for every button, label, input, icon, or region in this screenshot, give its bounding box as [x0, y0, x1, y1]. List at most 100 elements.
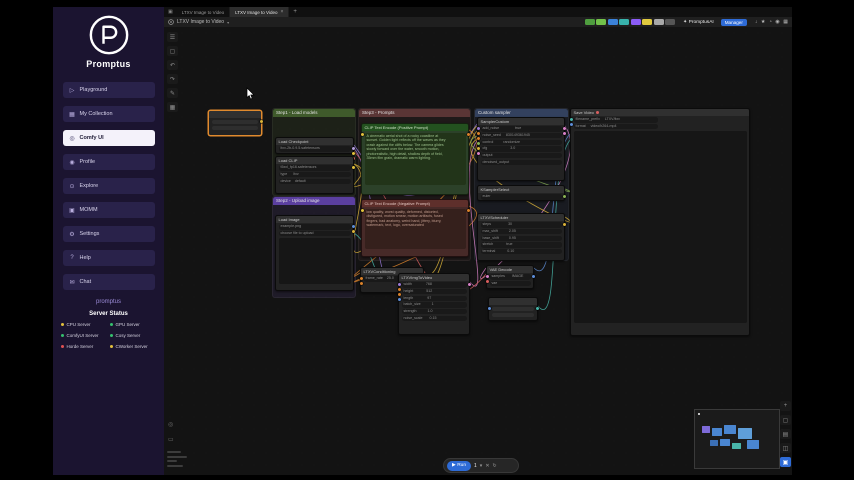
node-widget[interactable]: filename_prefix LTXV/ltxv [574, 117, 658, 123]
output-socket[interactable] [352, 166, 355, 169]
assets-icon[interactable]: ▦ [167, 102, 178, 112]
node-widget[interactable] [212, 126, 258, 130]
input-socket[interactable] [486, 275, 489, 278]
zoom-in-icon[interactable]: + [780, 401, 791, 411]
sidebar-item-chat[interactable]: ✉Chat [63, 274, 155, 290]
node-widget[interactable]: stretch true [481, 242, 562, 248]
menu-icon[interactable]: ☰ [167, 32, 178, 42]
input-socket[interactable] [398, 293, 401, 296]
output-socket[interactable] [352, 152, 355, 155]
workflow-tab[interactable]: LTXV Image to Video× [230, 7, 289, 17]
sidebar-item-settings[interactable]: ⚙Settings [63, 226, 155, 242]
output-socket[interactable] [468, 283, 471, 286]
graph-node-load-image[interactable]: Load Imageexample.pngchoose file to uplo… [275, 215, 354, 291]
node-text-area[interactable]: A cinematic aerial shot of a rocky coast… [365, 133, 466, 185]
node-widget[interactable]: strength 1.0 [402, 309, 467, 315]
node-widget[interactable]: length 97 [402, 296, 467, 302]
refresh-icon[interactable]: ↻ [493, 463, 497, 469]
graph-node-ltxv-img-to-video[interactable]: LTXVImgToVideowidth 768height 512length … [398, 273, 470, 335]
graph-node-positive-prompt[interactable]: CLIP Text Encode (Positive Prompt)A cine… [361, 123, 469, 195]
panel-toggle-icon[interactable]: ◫ [780, 443, 791, 453]
graph-node-sampler-custom[interactable]: SamplerCustomadd_noise truenoise_seed 83… [477, 117, 565, 181]
input-socket[interactable] [477, 132, 480, 135]
node-widget[interactable]: cfg 3.0 [481, 146, 562, 152]
output-socket[interactable] [467, 209, 470, 212]
minimap-button[interactable]: ▣ [780, 457, 791, 467]
input-socket[interactable] [488, 307, 491, 310]
output-socket[interactable] [563, 195, 566, 198]
workflows-icon[interactable]: ▣ [164, 7, 177, 17]
node-widget[interactable]: vae [490, 281, 531, 287]
chevron-down-icon[interactable]: ▾ [480, 463, 483, 469]
output-socket[interactable] [260, 120, 263, 123]
fit-view-icon[interactable]: ▢ [780, 415, 791, 425]
palette-chip-0[interactable] [585, 19, 595, 26]
graph-node-ltxv-scheduler[interactable]: LTXVSchedulersteps 30max_shift 2.05base_… [477, 213, 565, 261]
graph-node-note[interactable] [208, 110, 262, 136]
output-socket[interactable] [563, 223, 566, 226]
sidebar-item-profile[interactable]: ◉Profile [63, 154, 155, 170]
node-widget[interactable]: t5xxl_fp16.safetensors [279, 165, 351, 171]
close-tab-icon[interactable]: × [280, 9, 283, 15]
node-widget[interactable]: terminal 0.10 [481, 249, 562, 255]
workflow-icon[interactable]: ▢ [167, 46, 178, 56]
node-widget[interactable] [212, 120, 258, 124]
input-socket[interactable] [360, 282, 363, 285]
undo-icon[interactable]: ↶ [167, 60, 178, 70]
palette-chip-7[interactable] [665, 19, 675, 26]
palette-chip-6[interactable] [654, 19, 664, 26]
close-icon[interactable]: ✕ [485, 463, 489, 469]
sidebar-item-help[interactable]: ?Help [63, 250, 155, 266]
input-socket[interactable] [570, 123, 573, 126]
graph-node-vae-decode[interactable]: VAE Decodesamples IMAGEvae [486, 265, 534, 289]
edit-icon[interactable]: ✎ [167, 88, 178, 98]
frame-icon[interactable]: ▭ [168, 436, 174, 443]
graph-node-save-video[interactable]: Save Videofilename_prefix LTXV/ltxvforma… [570, 108, 750, 336]
run-button[interactable]: ▶ Run [447, 461, 471, 471]
input-socket[interactable] [398, 283, 401, 286]
output-socket[interactable] [532, 275, 535, 278]
node-widget[interactable]: choose file to upload [279, 231, 351, 237]
output-socket[interactable] [352, 147, 355, 150]
notifications-icon[interactable]: ◔ [769, 19, 772, 25]
palette-chip-2[interactable] [608, 19, 618, 26]
minimap[interactable] [694, 409, 780, 469]
output-socket[interactable] [352, 225, 355, 228]
node-widget[interactable]: base_shift 0.95 [481, 236, 562, 242]
input-socket[interactable] [570, 118, 573, 121]
node-widget[interactable]: device default [279, 179, 351, 185]
node-text-area[interactable] [574, 131, 747, 323]
new-tab-button[interactable]: + [289, 7, 301, 17]
input-socket[interactable] [477, 127, 480, 130]
manager-button[interactable]: Manager [721, 19, 747, 26]
graph-node-load-checkpoint[interactable]: Load Checkpointltxv-2b-0.9.5.safetensors [275, 137, 354, 154]
node-widget[interactable]: control randomize [481, 140, 562, 146]
promptus-ai-button[interactable]: ✦ PromptusAI [683, 20, 714, 25]
sidebar-item-my-collection[interactable]: ▦My Collection [63, 106, 155, 122]
input-socket[interactable] [477, 152, 480, 155]
graph-node-aux-node[interactable] [488, 297, 538, 321]
node-widget[interactable]: ltxv-2b-0.9.5.safetensors [279, 146, 351, 152]
input-socket[interactable] [477, 142, 480, 145]
output-socket[interactable] [536, 307, 539, 310]
node-widget[interactable] [492, 313, 534, 317]
redo-icon[interactable]: ↷ [167, 74, 178, 84]
palette-chip-5[interactable] [642, 19, 652, 26]
node-widget[interactable]: max_shift 2.05 [481, 229, 562, 235]
input-socket[interactable] [486, 280, 489, 283]
node-widget[interactable]: denoised_output [481, 160, 562, 166]
input-socket[interactable] [477, 147, 480, 150]
input-socket[interactable] [477, 137, 480, 140]
node-widget[interactable]: add_noise true [481, 126, 562, 132]
profile-icon[interactable]: ◉ [775, 19, 779, 25]
node-widget[interactable]: noise_scale 0.15 [402, 316, 467, 322]
output-socket[interactable] [563, 127, 566, 130]
palette-chip-3[interactable] [619, 19, 629, 26]
star-icon[interactable]: ★ [761, 19, 765, 25]
graph-node-negative-prompt[interactable]: CLIP Text Encode (Negative Prompt)low qu… [361, 199, 469, 257]
node-widget[interactable]: format video/h264-mp4 [574, 124, 658, 130]
node-widget[interactable]: noise_seed 830149361945 [481, 133, 562, 139]
node-text-area[interactable] [279, 238, 351, 284]
node-text-area[interactable]: low quality, worst quality, deformed, di… [365, 209, 466, 249]
sidebar-item-momm[interactable]: ▣MOMM [63, 202, 155, 218]
